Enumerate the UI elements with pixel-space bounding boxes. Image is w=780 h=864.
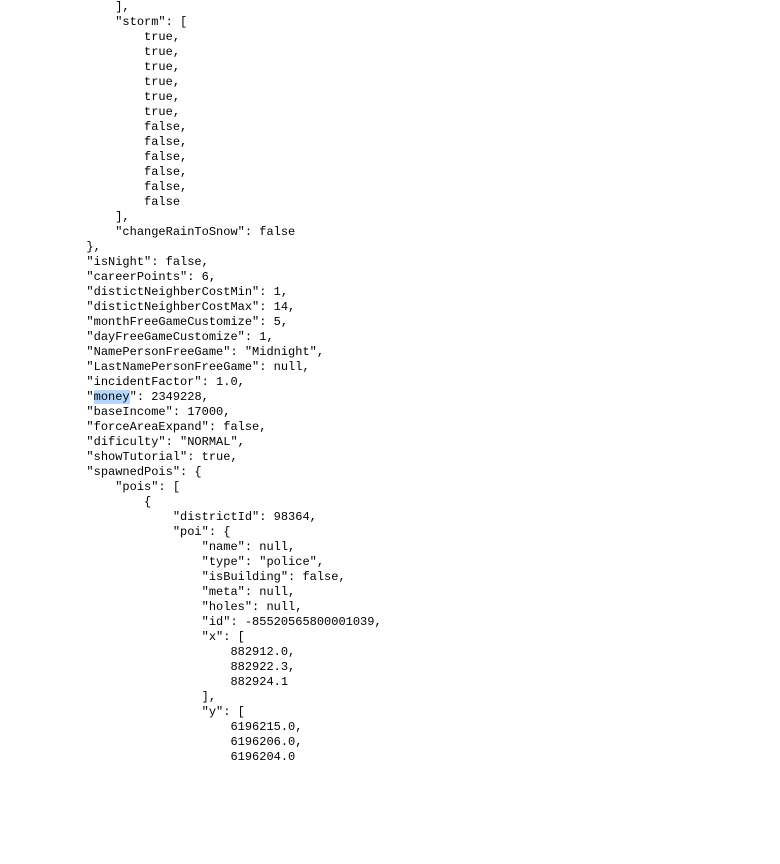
code-line[interactable]: "isBuilding": false, xyxy=(0,570,346,584)
code-line[interactable]: "careerPoints": 6, xyxy=(0,270,216,284)
code-line[interactable]: true, xyxy=(0,75,180,89)
code-line[interactable]: "baseIncome": 17000, xyxy=(0,405,230,419)
code-line[interactable]: "type": "police", xyxy=(0,555,324,569)
code-line[interactable]: 882922.3, xyxy=(0,660,295,674)
code-line[interactable]: "showTutorial": true, xyxy=(0,450,238,464)
code-line[interactable]: "changeRainToSnow": false xyxy=(0,225,295,239)
code-line[interactable]: "dayFreeGameCustomize": 1, xyxy=(0,330,274,344)
code-line[interactable]: true, xyxy=(0,30,180,44)
code-line[interactable]: 882912.0, xyxy=(0,645,295,659)
code-line[interactable]: ], xyxy=(0,210,130,224)
code-line[interactable]: }, xyxy=(0,240,101,254)
code-line[interactable]: 6196206.0, xyxy=(0,735,302,749)
json-code-block[interactable]: ], "storm": [ true, true, true, true, tr… xyxy=(0,0,780,765)
code-line[interactable]: false, xyxy=(0,150,187,164)
code-line[interactable]: false, xyxy=(0,180,187,194)
code-line[interactable]: true, xyxy=(0,105,180,119)
code-line[interactable]: "incidentFactor": 1.0, xyxy=(0,375,245,389)
code-line[interactable]: "poi": { xyxy=(0,525,230,539)
code-line[interactable]: { xyxy=(0,495,151,509)
code-line[interactable]: "x": [ xyxy=(0,630,245,644)
code-line[interactable]: false, xyxy=(0,135,187,149)
code-line[interactable]: ], xyxy=(0,690,216,704)
code-line[interactable]: true, xyxy=(0,45,180,59)
code-line[interactable]: "storm": [ xyxy=(0,15,187,29)
code-line[interactable]: false, xyxy=(0,120,187,134)
code-line[interactable]: false xyxy=(0,195,180,209)
code-line[interactable]: "money": 2349228, xyxy=(0,390,209,404)
code-line[interactable]: "id": -85520565800001039, xyxy=(0,615,382,629)
code-line[interactable]: "distictNeighberCostMin": 1, xyxy=(0,285,288,299)
code-line[interactable]: "monthFreeGameCustomize": 5, xyxy=(0,315,288,329)
code-line[interactable]: "holes": null, xyxy=(0,600,302,614)
code-line[interactable]: true, xyxy=(0,60,180,74)
code-line[interactable]: "isNight": false, xyxy=(0,255,209,269)
code-line[interactable]: "forceAreaExpand": false, xyxy=(0,420,266,434)
code-line[interactable]: "distictNeighberCostMax": 14, xyxy=(0,300,295,314)
code-line[interactable]: false, xyxy=(0,165,187,179)
code-line[interactable]: 6196215.0, xyxy=(0,720,302,734)
code-line[interactable]: ], xyxy=(0,0,130,14)
code-line[interactable]: "districtId": 98364, xyxy=(0,510,317,524)
highlighted-key: money xyxy=(94,390,130,404)
code-line[interactable]: "NamePersonFreeGame": "Midnight", xyxy=(0,345,324,359)
code-line[interactable]: true, xyxy=(0,90,180,104)
code-line[interactable]: "meta": null, xyxy=(0,585,295,599)
code-line[interactable]: 6196204.0 xyxy=(0,750,295,764)
code-line[interactable]: "pois": [ xyxy=(0,480,180,494)
code-line[interactable]: "name": null, xyxy=(0,540,295,554)
code-line[interactable]: "y": [ xyxy=(0,705,245,719)
code-line[interactable]: "spawnedPois": { xyxy=(0,465,202,479)
code-line[interactable]: "dificulty": "NORMAL", xyxy=(0,435,245,449)
code-line[interactable]: 882924.1 xyxy=(0,675,288,689)
code-line[interactable]: "LastNamePersonFreeGame": null, xyxy=(0,360,310,374)
